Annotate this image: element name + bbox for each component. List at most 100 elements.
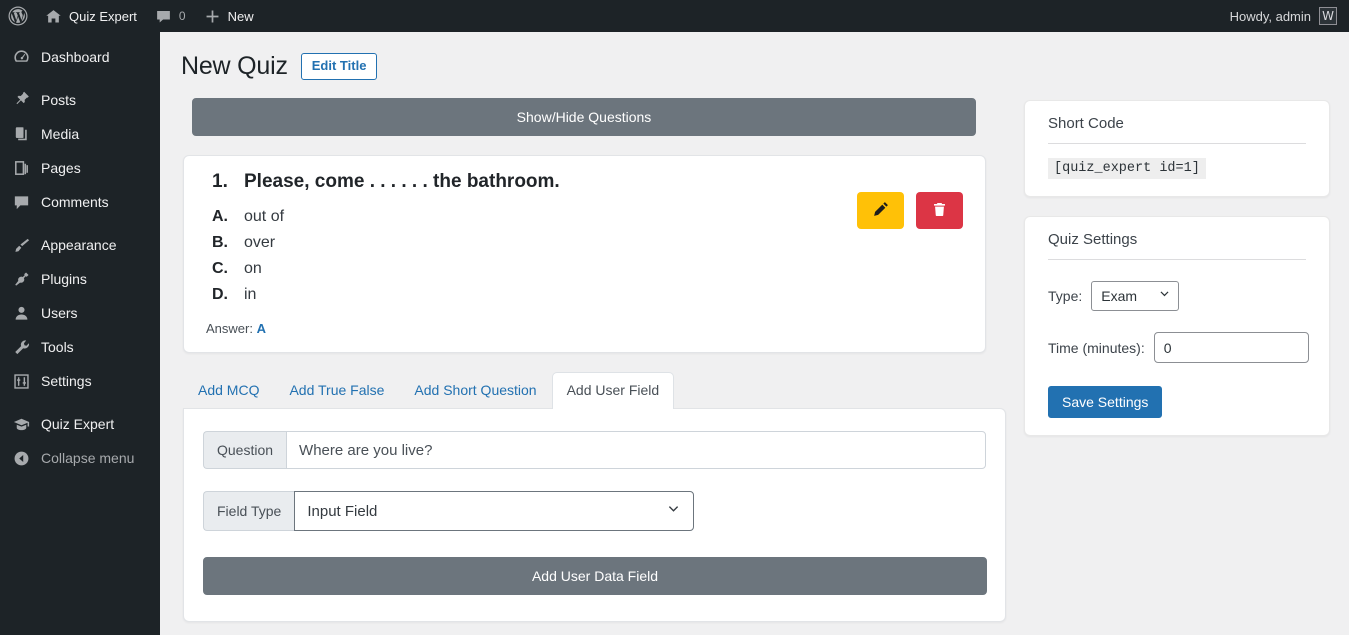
sidebar-item-appearance[interactable]: Appearance [0, 228, 160, 262]
question-card: 1. Please, come . . . . . . the bathroom… [183, 155, 986, 353]
option-value: in [244, 286, 257, 303]
wordpress-logo-button[interactable] [0, 0, 36, 32]
question-input-group: Question [203, 431, 986, 469]
quiz-settings-panel-title: Quiz Settings [1048, 231, 1306, 260]
question-type-tabs: Add MCQ Add True False Add Short Questio… [183, 372, 1006, 409]
sliders-icon [10, 371, 32, 391]
page-header: New Quiz Edit Title [160, 32, 1349, 81]
sidebar-item-label: Quiz Expert [41, 416, 115, 432]
option-value: out of [244, 208, 285, 225]
main-content: New Quiz Edit Title Show/Hide Questions … [160, 32, 1349, 635]
pages-icon [10, 158, 32, 178]
time-label: Time (minutes): [1048, 339, 1145, 356]
sidebar-item-tools[interactable]: Tools [0, 330, 160, 364]
comment-bubble-icon [155, 8, 172, 25]
tab-add-mcq[interactable]: Add MCQ [183, 372, 274, 408]
sidebar-item-posts[interactable]: Posts [0, 83, 160, 117]
field-type-label: Field Type [203, 491, 295, 531]
short-code-value[interactable]: [quiz_expert id=1] [1048, 158, 1206, 179]
question-actions [857, 192, 963, 229]
option-row: B. over [206, 230, 963, 256]
admin-sidebar: Dashboard Posts Media Pages Comments App… [0, 32, 160, 635]
main-column: Show/Hide Questions 1. Please, come . . … [160, 81, 1006, 622]
comments-button[interactable]: 0 [146, 0, 195, 32]
show-hide-questions-button[interactable]: Show/Hide Questions [192, 98, 976, 136]
sidebar-item-settings[interactable]: Settings [0, 364, 160, 398]
sidebar-item-label: Tools [41, 339, 74, 355]
question-input[interactable] [286, 431, 986, 469]
sidebar-item-label: Posts [41, 92, 77, 108]
site-name-label: Quiz Expert [69, 8, 137, 24]
save-settings-button[interactable]: Save Settings [1048, 386, 1163, 418]
option-key: A. [212, 208, 228, 225]
sidebar-separator [0, 219, 160, 228]
field-type-select-wrapper: Input Field [294, 491, 695, 531]
sidebar-item-dashboard[interactable]: Dashboard [0, 40, 160, 74]
wordpress-logo-icon [8, 6, 28, 26]
collapse-arrow-icon [10, 448, 32, 468]
howdy-label[interactable]: Howdy, admin [1230, 9, 1311, 24]
new-content-button[interactable]: New [195, 0, 263, 32]
sidebar-item-quiz-expert[interactable]: Quiz Expert [0, 407, 160, 441]
site-name-button[interactable]: Quiz Expert [36, 0, 146, 32]
question-text: Please, come . . . . . . the bathroom. [244, 171, 560, 192]
type-label: Type: [1048, 288, 1083, 304]
content-columns: Show/Hide Questions 1. Please, come . . … [160, 81, 1349, 622]
pencil-icon [871, 200, 890, 222]
option-key: C. [212, 260, 228, 277]
sidebar-item-pages[interactable]: Pages [0, 151, 160, 185]
side-column: Short Code [quiz_expert id=1] Quiz Setti… [1005, 81, 1349, 622]
comment-bubble-icon [10, 192, 32, 212]
sidebar-item-plugins[interactable]: Plugins [0, 262, 160, 296]
short-code-panel-title: Short Code [1048, 115, 1306, 144]
page-title: New Quiz [181, 52, 288, 80]
paintbrush-icon [10, 235, 32, 255]
tab-add-true-false[interactable]: Add True False [274, 372, 399, 408]
field-type-input-group: Field Type Input Field [203, 491, 986, 531]
quiz-settings-panel: Quiz Settings Type: Exam Time (minutes): [1024, 216, 1330, 436]
new-content-label: New [227, 8, 254, 24]
sidebar-item-media[interactable]: Media [0, 117, 160, 151]
sidebar-item-label: Media [41, 126, 80, 142]
type-select-wrapper: Exam [1091, 281, 1180, 311]
delete-question-button[interactable] [916, 192, 963, 229]
graduation-cap-icon [10, 414, 32, 434]
type-select[interactable]: Exam [1091, 281, 1180, 311]
sidebar-item-label: Plugins [41, 271, 87, 287]
field-type-select[interactable]: Input Field [294, 491, 695, 531]
answer-line: Answer: A [206, 321, 963, 336]
edit-title-button[interactable]: Edit Title [300, 53, 378, 80]
sidebar-item-label: Settings [41, 373, 92, 389]
option-row: A. out of [206, 204, 963, 230]
admin-bar-right: Howdy, admin W [1230, 7, 1349, 25]
comments-count: 0 [178, 9, 186, 23]
sidebar-item-label: Collapse menu [41, 450, 135, 466]
time-input[interactable] [1153, 332, 1309, 363]
user-icon [10, 303, 32, 323]
tab-add-short-question[interactable]: Add Short Question [399, 372, 551, 408]
answer-label: Answer: [206, 321, 253, 336]
plus-icon [204, 8, 221, 25]
tab-add-user-field[interactable]: Add User Field [551, 372, 675, 409]
sidebar-item-collapse-menu[interactable]: Collapse menu [0, 441, 160, 475]
sidebar-item-label: Pages [41, 160, 81, 176]
option-key: B. [212, 234, 228, 251]
sidebar-item-comments[interactable]: Comments [0, 185, 160, 219]
add-user-data-field-button[interactable]: Add User Data Field [203, 557, 987, 595]
sidebar-item-users[interactable]: Users [0, 296, 160, 330]
trash-icon [931, 201, 948, 221]
answer-value: A [256, 321, 266, 336]
wrench-icon [10, 337, 32, 357]
dashboard-icon [10, 47, 32, 67]
avatar[interactable]: W [1319, 7, 1337, 25]
option-row: D. in [206, 282, 963, 308]
plug-icon [10, 269, 32, 289]
media-icon [10, 124, 32, 144]
add-user-field-panel: Question Field Type Input Field Add Use [183, 408, 1006, 622]
short-code-panel: Short Code [quiz_expert id=1] [1024, 100, 1330, 197]
home-icon [45, 8, 62, 25]
question-number: 1. [212, 171, 228, 192]
sidebar-item-label: Dashboard [41, 49, 110, 65]
edit-question-button[interactable] [857, 192, 904, 229]
sidebar-separator [0, 398, 160, 407]
